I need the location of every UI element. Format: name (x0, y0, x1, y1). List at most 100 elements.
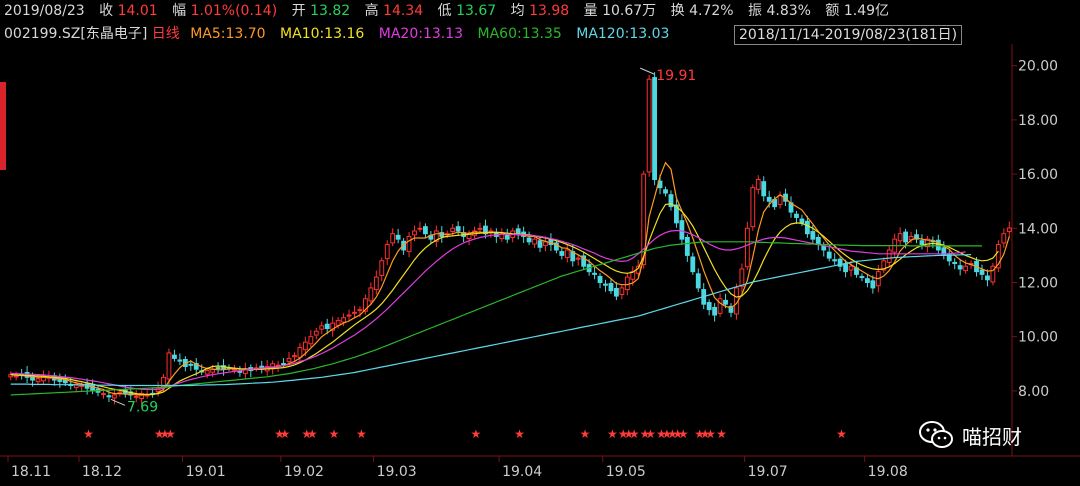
candle-body (373, 276, 379, 291)
candle-body (592, 272, 597, 275)
candle-body (324, 323, 330, 330)
candle-body (368, 287, 374, 302)
ma120-line (10, 254, 972, 387)
stock-name: [东晶电子] (80, 26, 148, 42)
candle-body (804, 220, 810, 235)
candle-body (286, 357, 292, 363)
candle-body (215, 367, 221, 370)
candle-body (985, 275, 990, 281)
x-tick-label: 19.02 (284, 464, 324, 480)
date-range-box[interactable]: 2018/11/14-2019/08/23(181日) (734, 25, 963, 45)
signal-star: ★ (356, 427, 367, 441)
candle-body (815, 237, 821, 246)
candle-body (744, 227, 750, 268)
candle-body (826, 251, 832, 259)
candle-body (281, 363, 286, 366)
candle-body (172, 354, 177, 359)
candle-body (111, 394, 117, 399)
candle-body (646, 78, 652, 173)
x-tick-label: 19.03 (377, 464, 417, 480)
y-tick-label: 18.00 (1018, 113, 1058, 129)
candle-body (450, 227, 456, 233)
candle-body (750, 187, 756, 228)
candle-body (613, 287, 619, 297)
candle-body (919, 240, 925, 246)
candle-body (302, 341, 308, 351)
candle-body (608, 283, 614, 292)
candle-body (395, 234, 401, 240)
candle-body (177, 359, 183, 362)
y-tick-label: 12.00 (1018, 275, 1058, 291)
y-tick-label: 8.00 (1018, 384, 1049, 400)
candle-body (35, 378, 41, 383)
signal-star: ★ (836, 427, 847, 441)
high-value: 14.34 (383, 3, 424, 19)
candle-body (810, 231, 816, 240)
candle-body (597, 276, 603, 283)
y-tick-label: 20.00 (1018, 59, 1058, 75)
candle-body (848, 265, 854, 271)
candle-body (564, 249, 570, 259)
ma120-legend: MA120:13.03 (576, 26, 670, 42)
signal-star: ★ (280, 427, 291, 441)
candle-body (526, 237, 532, 243)
x-tick-label: 19.01 (186, 464, 226, 480)
high-label: 高 (364, 3, 379, 19)
close-label: 收 (99, 3, 114, 19)
candle-body (739, 268, 745, 287)
candle-body (843, 263, 848, 273)
candle-body (79, 384, 85, 387)
candle-body (504, 234, 510, 240)
candle-body (543, 241, 548, 247)
change-value: 1.01%(0.14) (190, 3, 278, 19)
y-tick-label: 10.00 (1018, 330, 1058, 346)
amount-value: 1.49亿 (843, 3, 890, 19)
candle-body (979, 269, 985, 275)
candle-body (412, 230, 417, 236)
candle-body (957, 265, 963, 270)
x-tick-label: 18.12 (82, 464, 122, 480)
quote-info-row: 2019/08/23 收 14.01 幅 1.01%(0.14) 开 13.82… (4, 1, 899, 21)
candle-body (679, 220, 685, 240)
amount-label: 额 (825, 3, 840, 19)
candle-body (166, 352, 172, 380)
candle-body (886, 249, 892, 263)
candle-body (352, 311, 357, 314)
amplitude-value: 4.83% (766, 3, 811, 19)
period-selector[interactable]: 日线 (152, 26, 180, 42)
open-value: 13.82 (310, 3, 351, 19)
close-value: 14.01 (117, 3, 158, 19)
ma20-line (10, 229, 966, 391)
candle-body (684, 237, 690, 256)
signal-star: ★ (705, 427, 716, 441)
avg-value: 13.98 (529, 3, 570, 19)
candle-body (515, 228, 521, 235)
candle-body (624, 276, 630, 291)
candle-body (133, 395, 139, 398)
candle-body (313, 330, 319, 336)
candle-body (821, 245, 827, 251)
ma10-legend: MA10:13.16 (280, 26, 365, 42)
volume-label: 量 (583, 3, 598, 19)
x-tick-label: 19.08 (868, 464, 908, 480)
candle-body (799, 218, 805, 224)
candle-body (832, 259, 838, 262)
candle-body (755, 179, 761, 190)
x-tick-label: 19.04 (502, 464, 542, 480)
candle-body (341, 317, 346, 323)
candle-body (663, 189, 668, 194)
candle-body (619, 287, 625, 295)
watermark-text: 喵招财 (962, 424, 1022, 449)
candle-body (292, 355, 297, 358)
candle-body (603, 283, 608, 286)
candle-body (423, 226, 428, 235)
ma5-line (10, 161, 1010, 396)
candle-body (204, 370, 210, 375)
signal-star: ★ (716, 427, 727, 441)
change-label: 幅 (172, 3, 187, 19)
signal-star: ★ (83, 427, 94, 441)
amplitude-label: 振 (748, 3, 763, 19)
annotation-label: 7.69 (127, 399, 158, 415)
open-label: 开 (291, 3, 306, 19)
candle-body (712, 306, 718, 316)
